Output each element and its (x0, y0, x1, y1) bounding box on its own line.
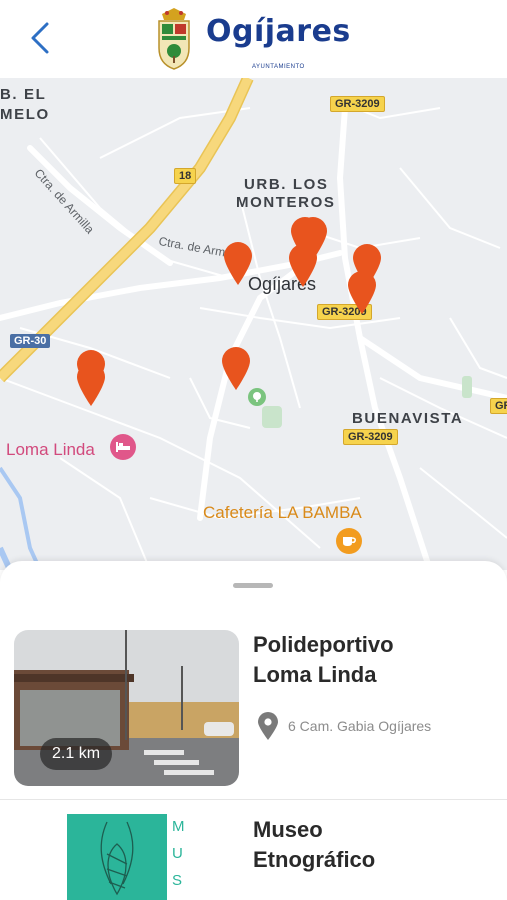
museum-thumbnail[interactable] (67, 814, 167, 900)
park-poi-icon[interactable] (248, 388, 266, 406)
bed-icon (116, 442, 130, 452)
coffee-cup-icon (343, 537, 356, 546)
place-title[interactable]: Etnográfico (253, 845, 493, 875)
area-label-buenavista: BUENAVISTA (352, 410, 464, 427)
museum-poster (100, 821, 134, 896)
distance-badge: 2.1 km (40, 738, 113, 770)
poi-label-loma-linda[interactable]: Loma Linda (6, 440, 95, 460)
card-divider (0, 799, 507, 800)
place-pin-icon[interactable] (288, 243, 318, 287)
place-title[interactable]: Loma Linda (253, 660, 493, 690)
top-bar: Ogíjares AYUNTAMIENTO (0, 0, 507, 78)
poster-letter: S (172, 872, 183, 889)
back-button[interactable] (22, 18, 58, 58)
road-shield-gr3209: GR-3209 (330, 96, 385, 112)
place-thumbnail[interactable]: 2.1 km (14, 630, 239, 786)
place-pin-icon[interactable] (223, 241, 253, 285)
coat-of-arms-icon (158, 8, 190, 70)
poster-letter: M (172, 818, 185, 835)
poi-label-cafeteria[interactable]: Cafetería LA BAMBA (203, 503, 362, 523)
address-text: 6 Cam. Gabia Ogíjares (288, 718, 432, 734)
place-pin-icon[interactable] (347, 270, 377, 314)
ogijares-logo: Ogíjares AYUNTAMIENTO (152, 6, 362, 74)
chevron-left-icon (31, 22, 49, 54)
area-label-el-melo: B. EL (0, 86, 47, 103)
map-canvas (0, 78, 507, 570)
area-label-los-monteros: URB. LOS (244, 176, 329, 193)
poster-letter: U (172, 845, 183, 862)
road-shield-gr: GR (490, 398, 507, 414)
logo-wordmark: Ogíjares (206, 14, 351, 49)
area-label-los-monteros: MONTEROS (236, 194, 336, 211)
place-title[interactable]: Museo (253, 815, 493, 845)
app-screen: Ogíjares AYUNTAMIENTO B. EL MELO URB. LO… (0, 0, 507, 900)
road-shield-gr3209: GR-3209 (343, 429, 398, 445)
tree-icon (253, 392, 261, 402)
area-label-el-melo: MELO (0, 106, 50, 123)
place-pin-icon[interactable] (76, 362, 106, 406)
road-shield-gr30: GR-30 (10, 334, 51, 348)
place-pin-icon[interactable] (221, 346, 251, 390)
sheet-drag-handle[interactable] (233, 583, 273, 588)
location-pin-icon (258, 712, 278, 740)
place-address: 6 Cam. Gabia Ogíjares (258, 712, 431, 740)
place-title[interactable]: Polideportivo (253, 630, 493, 660)
hotel-poi-icon[interactable] (110, 434, 136, 460)
road-shield-18: 18 (174, 168, 197, 184)
logo-subtitle: AYUNTAMIENTO (252, 64, 305, 70)
map-view[interactable]: B. EL MELO URB. LOS MONTEROS BUENAVISTA … (0, 78, 507, 570)
cafe-poi-icon[interactable] (336, 528, 362, 554)
